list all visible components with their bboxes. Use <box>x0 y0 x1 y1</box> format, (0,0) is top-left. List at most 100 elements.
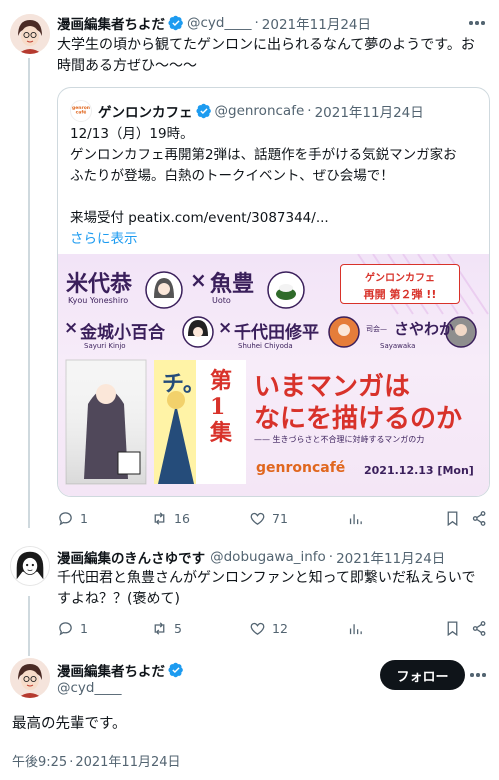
tweet-date[interactable]: 2021年11月24日 <box>315 101 424 121</box>
text-line: 来場受付 peatix.com/event/3087344/... <box>70 210 329 226</box>
tweet-actions: 1 5 12 <box>57 620 490 640</box>
artist-name: 金城小百合 <box>80 323 165 343</box>
author-name[interactable]: 漫画編集者ちよだ <box>57 13 165 33</box>
reply-count: 1 <box>80 511 88 526</box>
tweet-header: 漫画編集者ちよだ @cyd____ · 2021年11月24日 <box>57 13 371 33</box>
author-handle[interactable]: @cyd____ <box>187 15 251 31</box>
bookmark-button[interactable] <box>444 620 461 637</box>
artist-romaji: Uoto <box>212 296 231 305</box>
avatar[interactable] <box>10 14 50 54</box>
separator: · <box>254 15 259 31</box>
text-line <box>70 187 480 208</box>
artist-name: 魚豊 <box>210 271 255 297</box>
show-more-link[interactable]: さらに表示 <box>70 229 480 250</box>
tweet-text: 大学生の頃から観てたゲンロンに出られるなんて夢のようです。お時間ある方ぜひ〜〜〜 <box>57 37 475 74</box>
heart-icon <box>250 512 265 525</box>
retweet-icon <box>154 512 165 525</box>
tweet-date[interactable]: 2021年11月24日 <box>75 755 180 770</box>
reply-button[interactable]: 1 <box>57 510 88 527</box>
artist-name: 千代田修平 <box>234 323 319 343</box>
quoted-tweet-header: ゲンロンカフェ @genroncafe · 2021年11月24日 <box>98 101 424 121</box>
quoted-tweet-text: 12/13（月）19時。 ゲンロンカフェ再開第2弾は、話題作を手がける気鋭マンガ… <box>70 124 480 250</box>
author-handle[interactable]: @dobugawa_info <box>210 549 326 565</box>
like-count: 71 <box>272 511 288 526</box>
tweet-header: 漫画編集者ちよだ <box>57 660 187 680</box>
moderator-label: 司会— <box>366 325 387 333</box>
author-handle[interactable]: @cyd____ <box>57 680 121 696</box>
views-button[interactable] <box>347 620 364 637</box>
artist-romaji: Kyou Yoneshiro <box>68 296 129 305</box>
reply-count: 1 <box>80 621 88 636</box>
follow-button[interactable]: フォロー <box>380 660 465 690</box>
tweet-header: 漫画編集のきんさゆです @dobugawa_info · 2021年11月24日 <box>57 547 445 567</box>
retweet-button[interactable]: 16 <box>151 510 190 527</box>
views-button[interactable] <box>347 510 364 527</box>
manga-volume: 第1集 <box>210 368 233 446</box>
times-mark: × <box>64 318 79 338</box>
avatar[interactable] <box>10 546 50 586</box>
verified-badge-icon <box>168 662 184 678</box>
genroncafe-logo: genroncafé <box>256 460 346 476</box>
retweet-count: 16 <box>174 511 190 526</box>
reply-icon <box>59 512 72 526</box>
tweet-date[interactable]: 2021年11月24日 <box>336 547 445 567</box>
handle-row: @cyd____ <box>57 680 121 696</box>
moderator-name: さやわか <box>394 320 455 338</box>
share-icon <box>472 511 486 526</box>
share-icon <box>472 621 486 636</box>
author-handle[interactable]: @genroncafe <box>215 103 305 119</box>
artist-romaji: Sayuri Kinjo <box>84 342 126 350</box>
text-line: 12/13（月）19時。 <box>70 126 194 142</box>
share-button[interactable] <box>471 510 488 527</box>
more-options-icon[interactable] <box>468 667 488 683</box>
thread-line <box>28 596 30 656</box>
tweet-text: 最高の先輩です。 <box>12 716 127 732</box>
event-date: 2021.12.13 [Mon] <box>364 464 474 477</box>
event-badge: ゲンロンカフェ 再開 第２弾 !! <box>340 264 460 304</box>
verified-badge-icon <box>168 15 184 31</box>
event-subtitle: —— 生きづらさと不合理に対峙するマンガの力 <box>254 435 425 444</box>
tweet-date[interactable]: 2021年11月24日 <box>262 13 371 33</box>
artist-romaji: Shuhei Chiyoda <box>238 342 293 350</box>
separator: · <box>307 103 312 119</box>
avatar[interactable] <box>10 658 50 698</box>
manga-title: チ。 <box>162 372 205 397</box>
reply-button[interactable]: 1 <box>57 620 88 637</box>
share-button[interactable] <box>471 620 488 637</box>
text-line: ゲンロンカフェ再開第2弾は、話題作を手がける気鋭マンガ家お <box>70 147 457 163</box>
avatar[interactable]: genron café <box>70 100 92 122</box>
heart-icon <box>250 622 265 635</box>
times-mark: × <box>218 318 233 338</box>
bookmark-icon <box>447 621 458 637</box>
verified-badge-icon <box>195 103 212 119</box>
tweet-timestamp[interactable]: 午後9:25 · 2021年11月24日 <box>12 751 181 770</box>
bookmark-button[interactable] <box>444 510 461 527</box>
event-banner-image[interactable]: 米代恭 Kyou Yoneshiro × 魚豊 Uoto ゲンロンカフェ 再開 … <box>58 254 489 496</box>
bookmark-icon <box>447 511 458 527</box>
event-headline: なにを描けるのか <box>254 404 463 434</box>
analytics-icon <box>349 624 362 635</box>
retweet-button[interactable]: 5 <box>151 620 182 637</box>
retweet-icon <box>154 622 165 635</box>
separator: · <box>69 755 74 770</box>
author-name[interactable]: ゲンロンカフェ <box>98 101 193 121</box>
artist-name: 米代恭 <box>66 271 133 297</box>
separator: · <box>328 549 334 565</box>
thread-line <box>28 58 30 528</box>
reply-icon <box>59 622 72 636</box>
badge-line: 再開 第２弾 !! <box>363 288 437 301</box>
author-name[interactable]: 漫画編集のきんさゆです <box>57 547 205 567</box>
badge-line: ゲンロンカフェ <box>365 273 435 284</box>
times-mark: × <box>190 268 207 292</box>
text-line: ふたりが登場。白熱のトークイベント、ぜひ会場で！ <box>70 168 394 184</box>
retweet-count: 5 <box>174 621 182 636</box>
tweet-actions: 1 16 71 <box>57 510 490 530</box>
more-options-icon[interactable] <box>467 15 487 31</box>
like-button[interactable]: 71 <box>249 510 288 527</box>
quoted-tweet[interactable]: genron café ゲンロンカフェ @genroncafe · 2021年1… <box>57 87 490 497</box>
like-count: 12 <box>272 621 288 636</box>
tweet-time[interactable]: 午後9:25 <box>12 755 67 770</box>
author-name[interactable]: 漫画編集者ちよだ <box>57 660 165 680</box>
like-button[interactable]: 12 <box>249 620 288 637</box>
artist-romaji: Sayawaka <box>380 342 416 350</box>
